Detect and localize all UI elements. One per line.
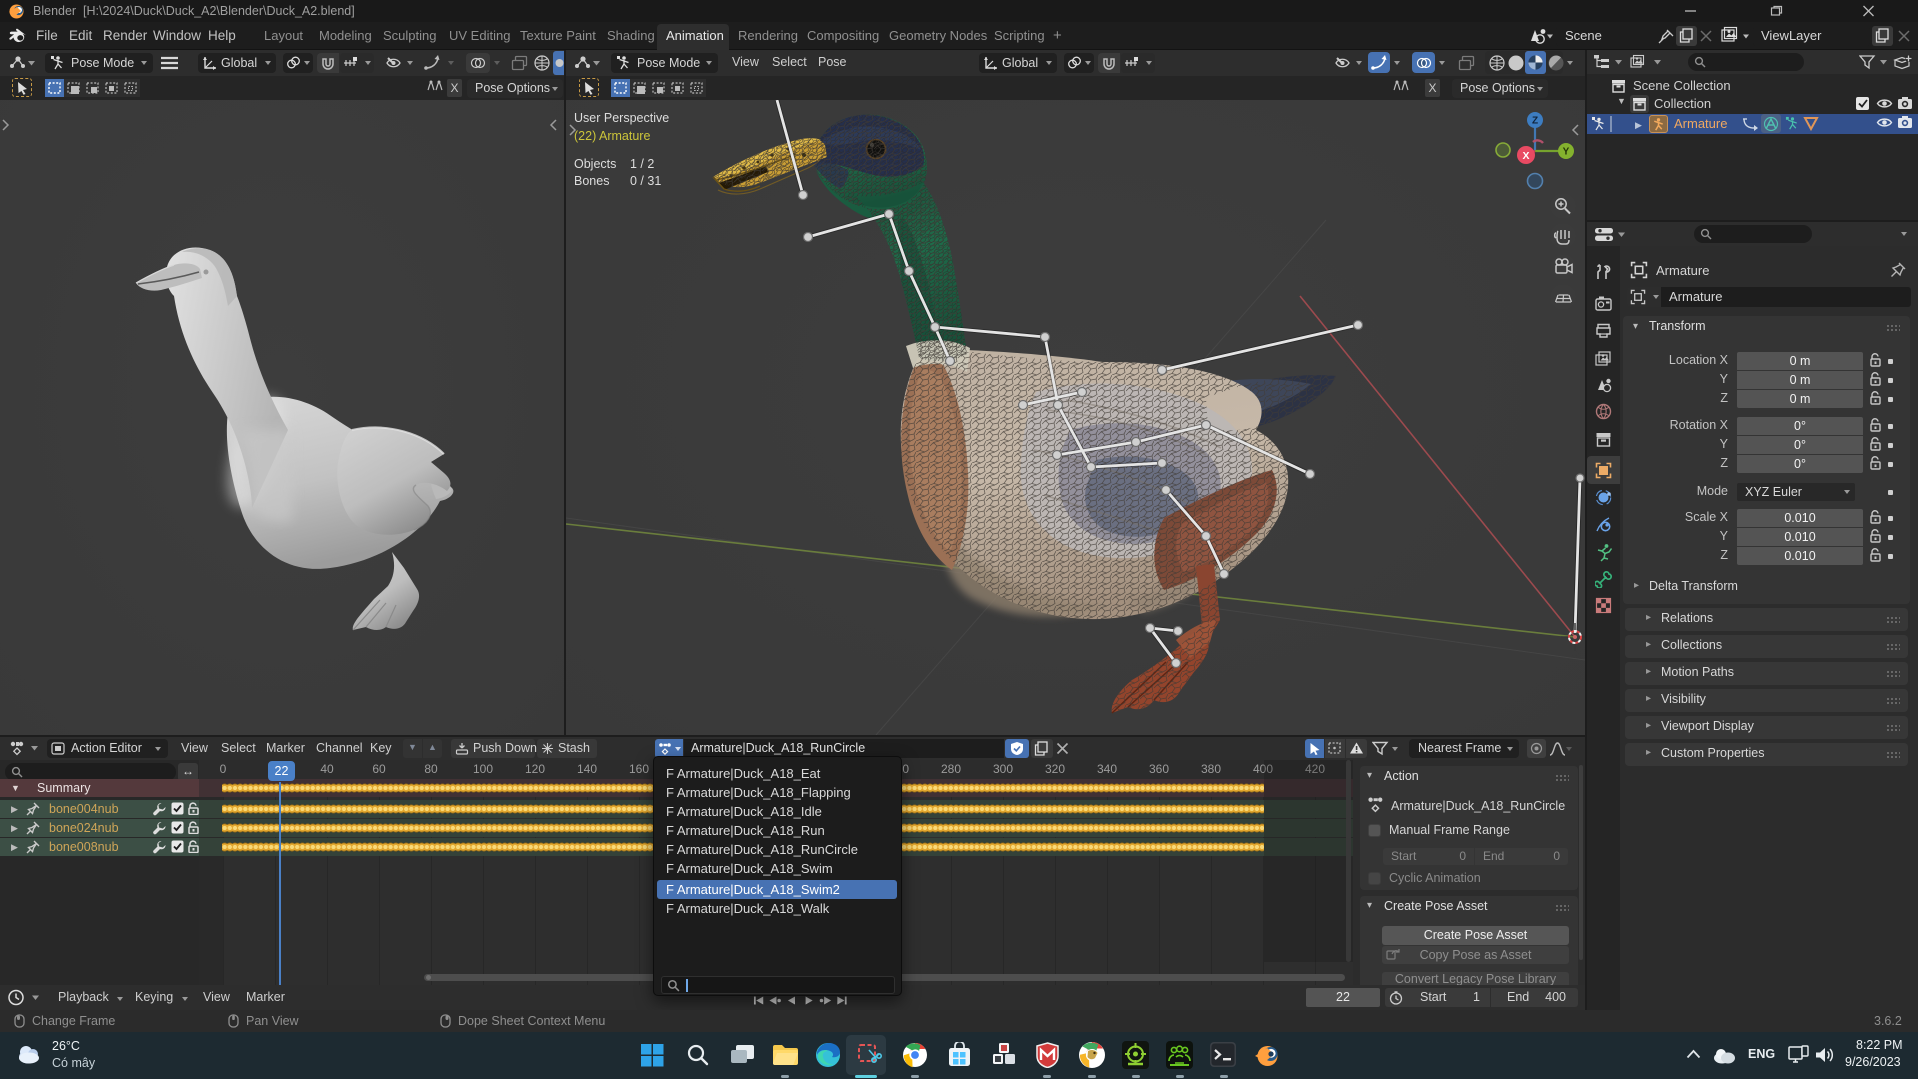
svg-text:Objects: Objects — [574, 157, 616, 171]
svg-text:Z: Z — [1532, 116, 1538, 127]
svg-text:Bones: Bones — [574, 174, 609, 188]
svg-text:User Perspective: User Perspective — [574, 111, 669, 125]
svg-text:(22) Armature: (22) Armature — [574, 129, 650, 143]
svg-text:0 / 31: 0 / 31 — [630, 174, 661, 188]
svg-text:Y: Y — [1563, 147, 1570, 158]
svg-text:X: X — [1522, 150, 1529, 162]
svg-text:1 / 2: 1 / 2 — [630, 157, 654, 171]
